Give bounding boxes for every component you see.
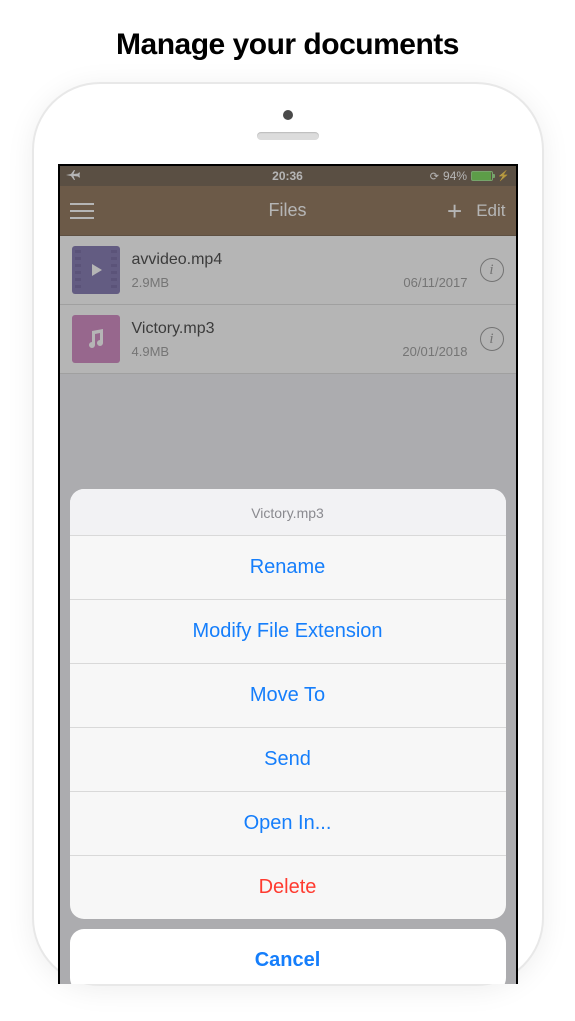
action-cancel[interactable]: Cancel bbox=[70, 929, 506, 984]
action-sheet: Victory.mp3 Rename Modify File Extension… bbox=[70, 489, 506, 984]
file-row[interactable]: Victory.mp3 4.9MB 20/01/2018 i bbox=[60, 305, 516, 374]
file-meta: Victory.mp3 4.9MB 20/01/2018 bbox=[132, 320, 468, 359]
edit-button[interactable]: Edit bbox=[476, 201, 505, 221]
phone-frame: 20:36 ⟳ 94% ⚡ Files + Edit bbox=[34, 84, 542, 984]
file-date: 20/01/2018 bbox=[402, 344, 467, 359]
nav-bar: Files + Edit bbox=[60, 186, 516, 236]
add-button[interactable]: + bbox=[447, 198, 462, 224]
phone-camera bbox=[283, 110, 293, 120]
nav-title: Files bbox=[268, 200, 306, 221]
video-file-icon bbox=[72, 246, 120, 294]
file-list: avvideo.mp4 2.9MB 06/11/2017 i Victory.m… bbox=[60, 236, 516, 374]
file-name: Victory.mp3 bbox=[132, 320, 468, 338]
action-sheet-group: Victory.mp3 Rename Modify File Extension… bbox=[70, 489, 506, 919]
file-size: 2.9MB bbox=[132, 275, 170, 290]
action-rename[interactable]: Rename bbox=[70, 536, 506, 600]
promo-title: Manage your documents bbox=[0, 0, 575, 84]
status-bar: 20:36 ⟳ 94% ⚡ bbox=[60, 166, 516, 186]
file-row[interactable]: avvideo.mp4 2.9MB 06/11/2017 i bbox=[60, 236, 516, 305]
action-send[interactable]: Send bbox=[70, 728, 506, 792]
action-delete[interactable]: Delete bbox=[70, 856, 506, 919]
file-date: 06/11/2017 bbox=[403, 275, 467, 290]
file-size: 4.9MB bbox=[132, 344, 170, 359]
audio-file-icon bbox=[72, 315, 120, 363]
action-sheet-title: Victory.mp3 bbox=[70, 489, 506, 536]
airplane-mode-icon bbox=[66, 169, 80, 184]
app-screen: 20:36 ⟳ 94% ⚡ Files + Edit bbox=[58, 164, 518, 984]
action-move-to[interactable]: Move To bbox=[70, 664, 506, 728]
file-name: avvideo.mp4 bbox=[132, 251, 468, 269]
battery-percent: 94% bbox=[443, 169, 467, 183]
menu-button[interactable] bbox=[70, 203, 94, 219]
status-time: 20:36 bbox=[272, 169, 303, 183]
orientation-lock-icon: ⟳ bbox=[430, 170, 439, 183]
info-button[interactable]: i bbox=[480, 327, 504, 351]
phone-speaker bbox=[257, 132, 319, 140]
charging-icon: ⚡ bbox=[497, 171, 509, 182]
file-meta: avvideo.mp4 2.9MB 06/11/2017 bbox=[132, 251, 468, 290]
action-modify-extension[interactable]: Modify File Extension bbox=[70, 600, 506, 664]
info-button[interactable]: i bbox=[480, 258, 504, 282]
battery-icon bbox=[471, 171, 493, 181]
action-open-in[interactable]: Open In... bbox=[70, 792, 506, 856]
